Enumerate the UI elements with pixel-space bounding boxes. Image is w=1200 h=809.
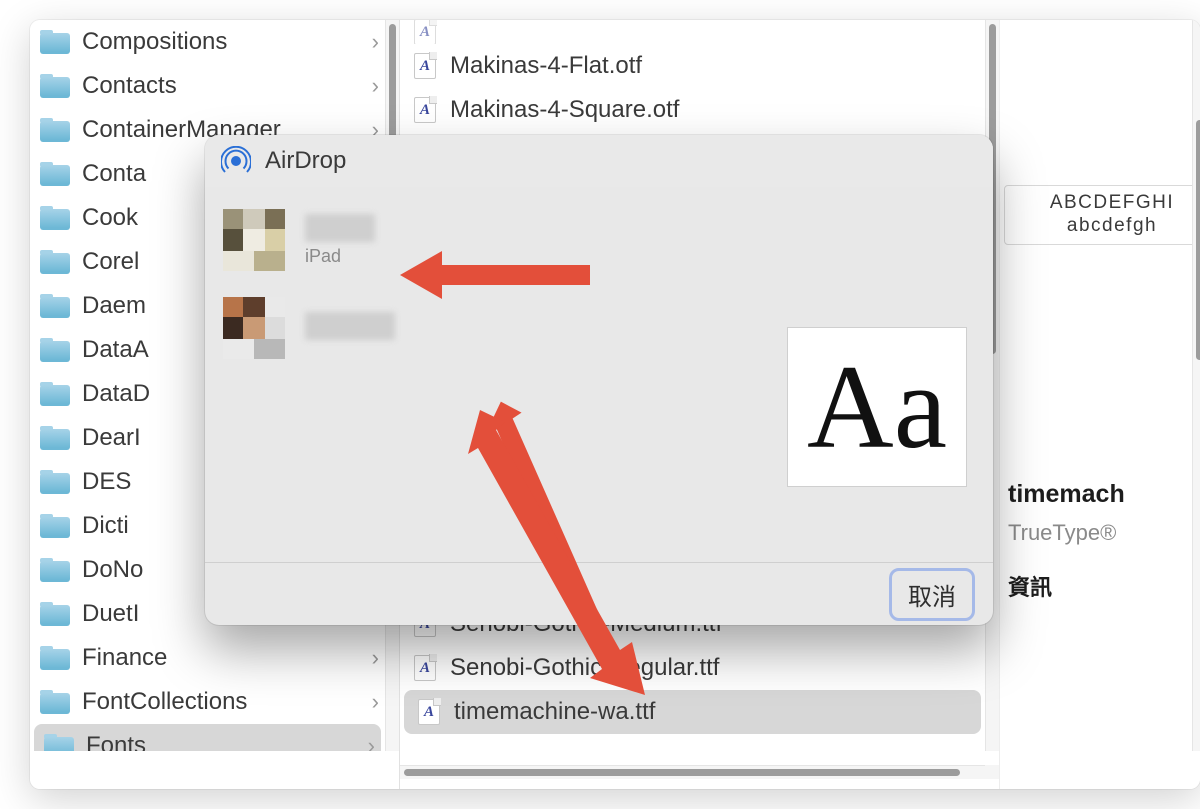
file-row[interactable]: Makinas-4-Square.otf xyxy=(400,88,985,132)
folder-icon xyxy=(40,250,70,274)
folder-icon xyxy=(40,294,70,318)
cancel-button[interactable]: 取消 xyxy=(889,568,975,621)
info-title: timemach xyxy=(1008,480,1125,509)
airdrop-title: AirDrop xyxy=(265,147,346,175)
sidebar-item-label: Daem xyxy=(82,292,146,320)
sidebar-item[interactable]: Compositions › xyxy=(30,20,385,64)
sidebar-item-label: Contacts xyxy=(82,72,177,100)
font-file-icon xyxy=(414,97,436,123)
file-name-label: Makinas-4-Flat.otf xyxy=(450,52,642,80)
folder-icon xyxy=(40,338,70,362)
sidebar-item-label: DoNo xyxy=(82,556,143,584)
sidebar-item[interactable]: Fonts › xyxy=(34,724,381,751)
device-name-group: iPad xyxy=(305,214,375,267)
sample-upper: ABCDEFGHI xyxy=(1013,192,1200,215)
sidebar-item[interactable]: Finance › xyxy=(30,636,385,680)
folder-icon xyxy=(40,690,70,714)
sidebar-item[interactable]: FontCollections › xyxy=(30,680,385,724)
sidebar-item-label: Finance xyxy=(82,644,167,672)
file-row[interactable] xyxy=(400,20,985,44)
airdrop-icon xyxy=(221,146,251,176)
info-column: ABCDEFGHI abcdefgh timemach TrueType® 資訊 xyxy=(1000,20,1200,789)
files-hscrollbar[interactable] xyxy=(400,765,985,779)
sidebar-item-label: Dicti xyxy=(82,512,129,540)
annotation-arrow xyxy=(450,410,650,705)
sidebar-item-label: Corel xyxy=(82,248,139,276)
font-file-icon xyxy=(414,20,436,44)
font-sample-box: ABCDEFGHI abcdefgh xyxy=(1004,185,1200,245)
sidebar-item-label: Compositions xyxy=(82,28,227,56)
preview-glyphs: Aa xyxy=(807,338,947,476)
chevron-right-icon: › xyxy=(372,29,379,55)
sidebar-item-label: DataD xyxy=(82,380,150,408)
sidebar-item-label: Cook xyxy=(82,204,138,232)
sample-lower: abcdefgh xyxy=(1013,215,1200,238)
chevron-right-icon: › xyxy=(368,733,375,751)
device-name-group xyxy=(305,312,395,344)
file-row[interactable]: Makinas-4-Flat.otf xyxy=(400,44,985,88)
chevron-right-icon: › xyxy=(372,645,379,671)
annotation-arrow xyxy=(400,245,600,320)
sidebar-item-label: DataA xyxy=(82,336,149,364)
sidebar-item-label: DearI xyxy=(82,424,141,452)
folder-icon xyxy=(40,514,70,538)
folder-icon xyxy=(40,382,70,406)
airdrop-header: AirDrop xyxy=(205,135,993,187)
sidebar-item-label: DES xyxy=(82,468,131,496)
avatar xyxy=(223,297,285,359)
file-name-label: Makinas-4-Square.otf xyxy=(450,96,679,124)
sidebar-item-label: FontCollections xyxy=(82,688,247,716)
sidebar-item[interactable]: Contacts › xyxy=(30,64,385,108)
chevron-right-icon: › xyxy=(372,73,379,99)
finder-window: Compositions›Contacts›ContainerManager›C… xyxy=(30,20,1200,789)
font-file-icon xyxy=(414,655,436,681)
folder-icon xyxy=(40,646,70,670)
font-preview: Aa xyxy=(787,327,967,487)
sidebar-item-label: DuetI xyxy=(82,600,139,628)
sidebar-item-label: Conta xyxy=(82,160,146,188)
folder-icon xyxy=(40,470,70,494)
folder-icon xyxy=(40,426,70,450)
chevron-right-icon: › xyxy=(372,689,379,715)
folder-icon xyxy=(40,118,70,142)
info-subtitle: TrueType® xyxy=(1008,520,1116,546)
folder-icon xyxy=(44,734,74,751)
folder-icon xyxy=(40,206,70,230)
info-section-heading: 資訊 xyxy=(1008,570,1052,602)
info-scrollbar[interactable] xyxy=(1192,20,1200,751)
font-file-icon xyxy=(414,53,436,79)
folder-icon xyxy=(40,30,70,54)
folder-icon xyxy=(40,162,70,186)
folder-icon xyxy=(40,74,70,98)
font-file-icon xyxy=(418,699,440,725)
folder-icon xyxy=(40,558,70,582)
folder-icon xyxy=(40,602,70,626)
sidebar-item-label: Fonts xyxy=(86,732,146,751)
avatar xyxy=(223,209,285,271)
blurred-name xyxy=(305,312,395,340)
device-kind-label: iPad xyxy=(305,246,375,267)
blurred-name xyxy=(305,214,375,242)
